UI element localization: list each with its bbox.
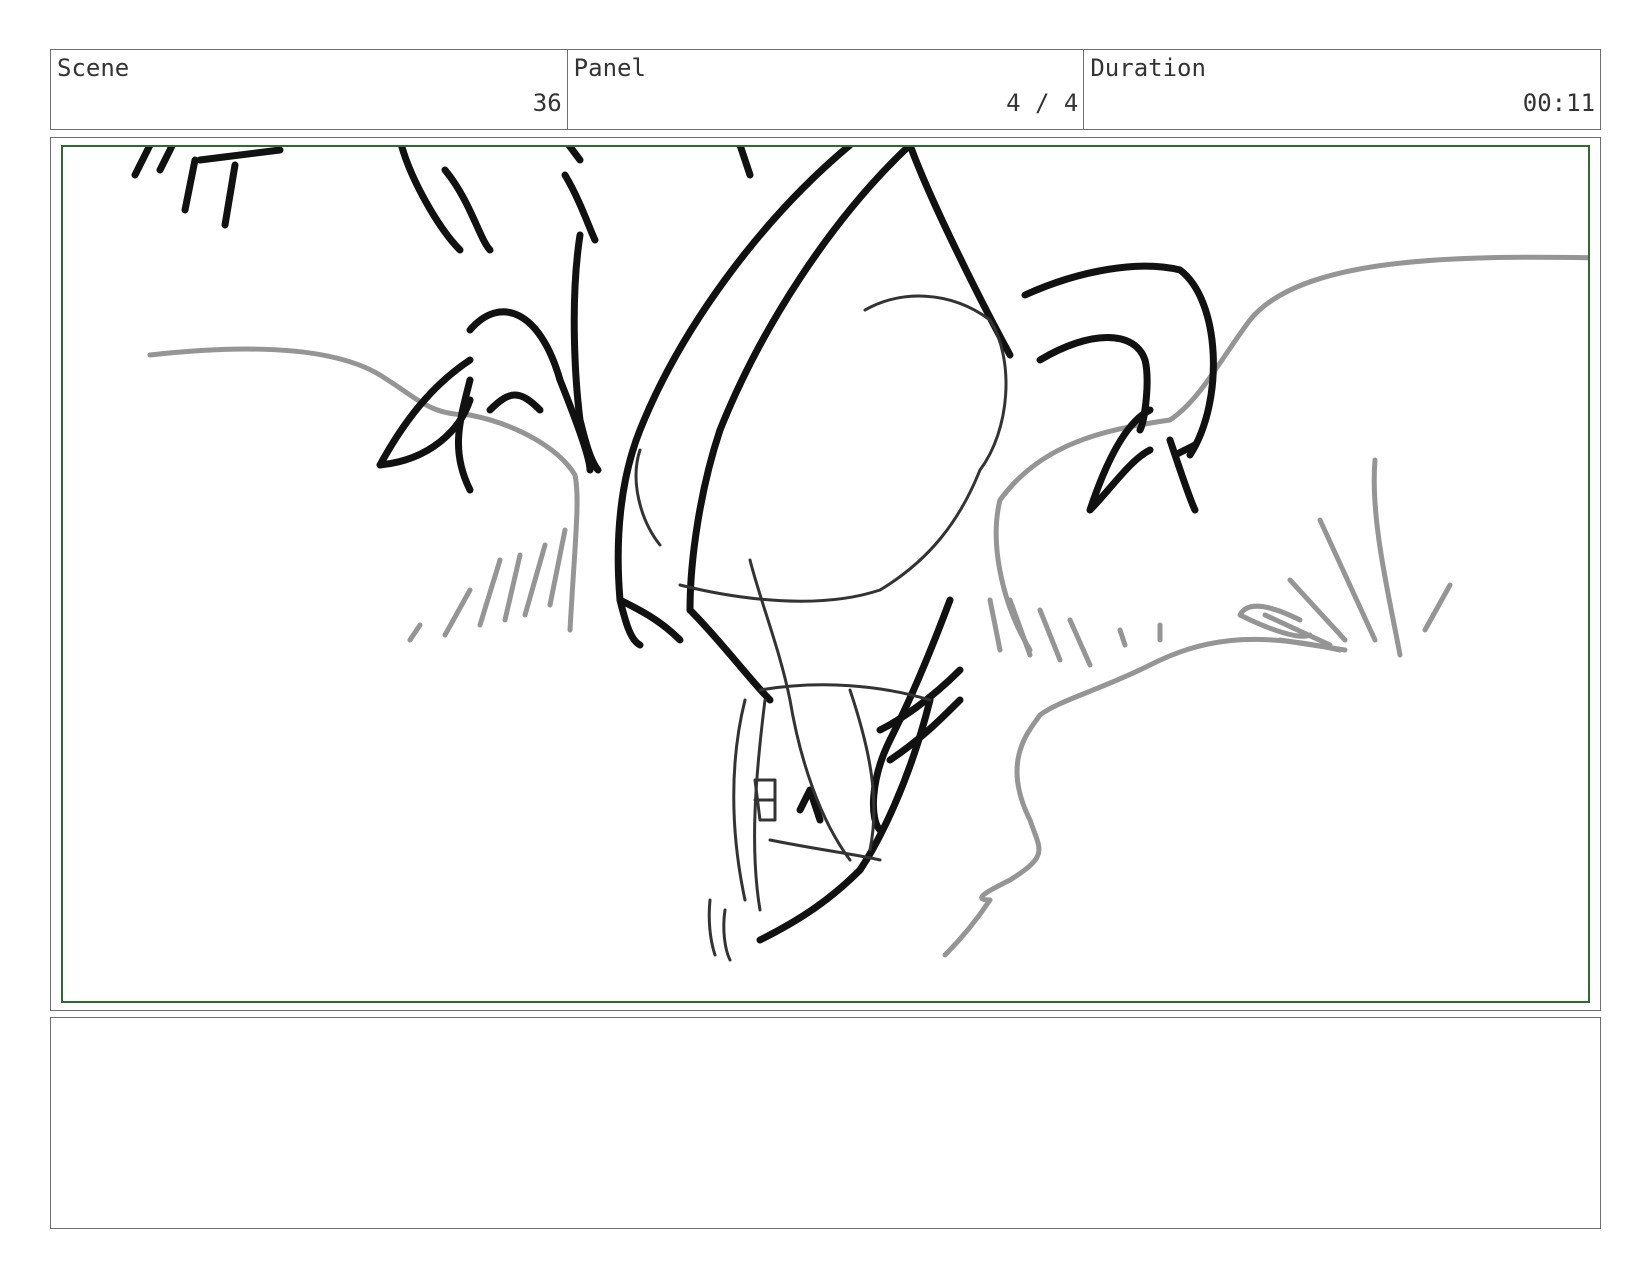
action-notes-box[interactable] xyxy=(50,1017,1601,1229)
safe-area-frame xyxy=(61,145,1590,1003)
